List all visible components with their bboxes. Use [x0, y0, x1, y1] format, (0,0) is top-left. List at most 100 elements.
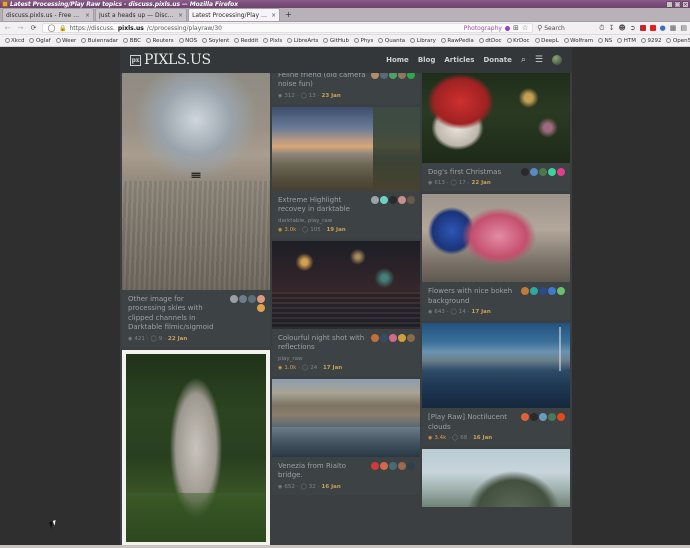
topic-card-feline[interactable]: Feline friend (old camera noise fun) ◉ 3… [272, 73, 420, 104]
tab-close-icon[interactable]: × [271, 12, 276, 19]
bookmark-item[interactable]: BBC [121, 38, 144, 44]
topic-card-highlight[interactable]: Extreme Highlight recovey in darktable d… [272, 107, 420, 238]
poster-avatar[interactable] [521, 413, 529, 421]
topic-thumbnail[interactable] [272, 379, 420, 457]
topic-tags[interactable]: darktable, play_raw [278, 218, 414, 224]
grid-icon[interactable]: ⊞ [513, 24, 519, 32]
topic-card-colourful[interactable]: Colourful night shot with reflections pl… [272, 241, 420, 376]
nav-link-donate[interactable]: Donate [483, 56, 511, 64]
poster-avatar[interactable] [389, 462, 397, 470]
site-brand[interactable]: px PIXLS.US [130, 52, 211, 68]
poster-avatar[interactable] [389, 334, 397, 342]
poster-avatar[interactable] [521, 287, 529, 295]
poster-avatar[interactable] [407, 73, 415, 79]
topic-thumbnail[interactable] [126, 354, 266, 542]
bookmark-item[interactable]: 9292 [638, 38, 664, 44]
topic-thumbnail[interactable] [422, 449, 570, 507]
adblock-icon[interactable] [650, 25, 656, 31]
bookmark-item[interactable]: Phys [351, 38, 375, 44]
tab-close-icon[interactable]: × [85, 12, 90, 19]
nav-link-blog[interactable]: Blog [418, 56, 436, 64]
bookmark-item[interactable]: NOS [176, 38, 199, 44]
poster-avatar[interactable] [371, 462, 379, 470]
bookmark-item[interactable]: RawPedia [438, 38, 476, 44]
account-icon[interactable]: ☻ [618, 24, 625, 32]
poster-avatar[interactable] [371, 196, 379, 204]
poster-avatar[interactable] [389, 73, 397, 79]
bookmark-item[interactable]: Oglaf [27, 38, 53, 44]
nav-link-articles[interactable]: Articles [444, 56, 474, 64]
topic-card-venezia[interactable]: Venezia from Rialto bridge. ◉ 652 · ◯ 32… [272, 379, 420, 495]
topic-card-statue[interactable] [122, 350, 270, 546]
poster-avatar[interactable] [530, 168, 538, 176]
topic-thumbnail[interactable] [122, 73, 270, 290]
poster-avatar[interactable] [539, 287, 547, 295]
poster-avatar[interactable] [530, 413, 538, 421]
topic-thumbnail[interactable] [272, 107, 420, 191]
maximize-button[interactable]: □ [674, 1, 681, 8]
pocket-icon[interactable]: ➲ [630, 24, 636, 32]
poster-avatar[interactable] [371, 73, 379, 79]
poster-avatar[interactable] [380, 196, 388, 204]
poster-avatar[interactable] [398, 462, 406, 470]
bookmark-item[interactable]: Reuters [144, 38, 177, 44]
topic-card-street[interactable]: Other image for processing skies with cl… [122, 73, 270, 347]
poster-avatar[interactable] [557, 413, 565, 421]
bookmark-item[interactable]: Buienradar [79, 38, 121, 44]
topic-card-rio[interactable] [422, 449, 570, 507]
tracking-shield-icon[interactable]: ◯ [47, 24, 56, 32]
menu-icon[interactable]: ▤ [680, 24, 687, 32]
search-icon[interactable]: ⌕ [521, 55, 526, 65]
poster-avatar[interactable] [389, 196, 397, 204]
bookmark-item[interactable]: Xkcd [2, 38, 27, 44]
address-bar[interactable]: ◯ 🔒 https://discuss.pixls.us/c/processin… [42, 23, 533, 33]
new-tab-button[interactable]: + [281, 9, 296, 21]
poster-avatar[interactable] [557, 287, 565, 295]
poster-avatar[interactable] [398, 334, 406, 342]
bookmark-item[interactable]: Weer [53, 38, 79, 44]
nav-link-home[interactable]: Home [386, 56, 409, 64]
poster-avatar[interactable] [548, 413, 556, 421]
topic-thumbnail[interactable] [272, 241, 420, 329]
bookmark-item[interactable]: DeepL [532, 38, 561, 44]
topic-tags[interactable]: play_raw [278, 356, 414, 362]
bookmark-item[interactable]: NS [596, 38, 615, 44]
search-bar[interactable]: ⚲ Search [537, 24, 595, 32]
poster-avatar[interactable] [257, 295, 265, 303]
container-label[interactable]: Photography [464, 25, 502, 32]
bookmark-item[interactable]: KrDoc [504, 38, 532, 44]
bookmark-item[interactable]: Pixls [261, 38, 285, 44]
bookmark-item[interactable]: GitHub [321, 38, 352, 44]
bookmark-item[interactable]: OpenStrtMap [664, 38, 690, 44]
shield-badge-icon[interactable] [640, 25, 646, 31]
bookmark-item[interactable]: Soylent [200, 38, 232, 44]
container-dot-icon[interactable] [505, 26, 510, 31]
browser-tab-2[interactable]: Just a heads up — Discours × [95, 8, 187, 21]
bookmark-item[interactable]: Library [408, 38, 439, 44]
poster-avatar[interactable] [530, 287, 538, 295]
star-icon[interactable]: ☆ [522, 24, 528, 32]
poster-avatar[interactable] [407, 334, 415, 342]
poster-avatar[interactable] [539, 168, 547, 176]
window-controls[interactable]: _ □ × [666, 0, 689, 8]
poster-avatar[interactable] [398, 196, 406, 204]
browser-tab-3-active[interactable]: Latest Processing/Play Raw t × [188, 8, 280, 21]
poster-avatar[interactable] [380, 73, 388, 79]
topic-card-flowers[interactable]: Flowers with nice bokeh background ◉ 643… [422, 194, 570, 320]
close-button[interactable]: × [682, 1, 689, 8]
topic-thumbnail[interactable] [422, 73, 570, 163]
topic-card-dog[interactable]: Dog's first Christmas ◉ 613 · ◯ 17 · 22 … [422, 73, 570, 191]
topic-thumbnail[interactable] [422, 323, 570, 408]
minimize-button[interactable]: _ [666, 1, 673, 8]
reload-icon[interactable]: ⟳ [29, 24, 38, 32]
forward-icon[interactable]: → [16, 24, 25, 32]
poster-avatar[interactable] [380, 334, 388, 342]
poster-avatar[interactable] [380, 462, 388, 470]
browser-tab-1[interactable]: discuss.pixls.us - Free Softw × [2, 8, 94, 21]
poster-avatar[interactable] [407, 196, 415, 204]
poster-avatar[interactable] [371, 334, 379, 342]
poster-avatar[interactable] [539, 413, 547, 421]
poster-avatar[interactable] [230, 295, 238, 303]
poster-avatar[interactable] [239, 295, 247, 303]
downloads-icon[interactable]: ↧ [609, 24, 615, 32]
